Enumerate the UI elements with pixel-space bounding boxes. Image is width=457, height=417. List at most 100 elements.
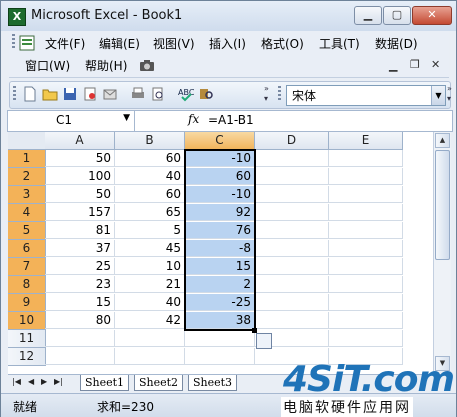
row-header[interactable]: 1 bbox=[8, 150, 46, 168]
cell-c11[interactable] bbox=[185, 330, 255, 347]
excel-doc-icon[interactable] bbox=[19, 35, 35, 51]
new-file-icon[interactable] bbox=[22, 86, 38, 102]
cell-e2[interactable] bbox=[329, 168, 403, 185]
spreadsheet-grid[interactable]: A B C D E 1 50 60 -10 2 100 40 60 3 50 60 -10 4 157 65 92 5 81… bbox=[8, 132, 433, 374]
cell-c8[interactable]: 2 bbox=[185, 276, 255, 293]
excel-icon[interactable]: X bbox=[8, 8, 26, 26]
tab-sheet2[interactable]: Sheet2 bbox=[134, 375, 184, 391]
cell-b12[interactable] bbox=[115, 348, 185, 365]
insert-function-icon[interactable]: fx bbox=[188, 112, 199, 126]
cell-a4[interactable]: 157 bbox=[45, 204, 115, 221]
menu-insert[interactable]: 插入(I) bbox=[209, 34, 246, 54]
cell-e10[interactable] bbox=[329, 312, 403, 329]
menu-window[interactable]: 窗口(W) bbox=[25, 56, 70, 76]
cell-e4[interactable] bbox=[329, 204, 403, 221]
cell-c6[interactable]: -8 bbox=[185, 240, 255, 257]
cell-b7[interactable]: 10 bbox=[115, 258, 185, 275]
column-header-a[interactable]: A bbox=[45, 132, 115, 150]
minimize-button[interactable]: ▁ bbox=[354, 6, 382, 25]
prev-sheet-icon[interactable]: ◀ bbox=[28, 377, 34, 386]
print-preview-icon[interactable] bbox=[150, 86, 166, 102]
permission-icon[interactable] bbox=[82, 86, 98, 102]
row-header[interactable]: 5 bbox=[8, 222, 46, 240]
cell-c2[interactable]: 60 bbox=[185, 168, 255, 185]
menu-grip-icon[interactable] bbox=[12, 34, 15, 50]
tab-sheet3[interactable]: Sheet3 bbox=[188, 375, 238, 391]
row-header[interactable]: 4 bbox=[8, 204, 46, 222]
chevron-down-icon[interactable]: ▼ bbox=[123, 113, 130, 123]
row-header[interactable]: 8 bbox=[8, 276, 46, 294]
cell-b4[interactable]: 65 bbox=[115, 204, 185, 221]
column-header-c[interactable]: C bbox=[185, 132, 255, 150]
cell-b2[interactable]: 40 bbox=[115, 168, 185, 185]
cell-a1[interactable]: 50 bbox=[45, 150, 115, 167]
cell-a6[interactable]: 37 bbox=[45, 240, 115, 257]
spelling-icon[interactable]: ABC bbox=[178, 86, 194, 102]
row-header[interactable]: 10 bbox=[8, 312, 46, 330]
last-sheet-icon[interactable]: ▶| bbox=[54, 377, 63, 386]
cell-d5[interactable] bbox=[255, 222, 329, 239]
formula-input[interactable]: =A1-B1 bbox=[208, 113, 254, 127]
row-header[interactable]: 6 bbox=[8, 240, 46, 258]
print-icon[interactable] bbox=[130, 86, 146, 102]
cell-c4[interactable]: 92 bbox=[185, 204, 255, 221]
cell-e3[interactable] bbox=[329, 186, 403, 203]
next-sheet-icon[interactable]: ▶ bbox=[41, 377, 47, 386]
column-header-d[interactable]: D bbox=[255, 132, 329, 150]
menu-file[interactable]: 文件(F) bbox=[45, 34, 85, 54]
first-sheet-icon[interactable]: |◀ bbox=[12, 377, 21, 386]
cell-e6[interactable] bbox=[329, 240, 403, 257]
menu-edit[interactable]: 编辑(E) bbox=[99, 34, 140, 54]
cell-a2[interactable]: 100 bbox=[45, 168, 115, 185]
row-header[interactable]: 2 bbox=[8, 168, 46, 186]
toolbar-options-icon[interactable]: » ▾ bbox=[264, 84, 273, 104]
save-icon[interactable] bbox=[62, 86, 78, 102]
cell-a8[interactable]: 23 bbox=[45, 276, 115, 293]
cell-d8[interactable] bbox=[255, 276, 329, 293]
cell-a9[interactable]: 15 bbox=[45, 294, 115, 311]
menu-format[interactable]: 格式(O) bbox=[261, 34, 304, 54]
cell-b1[interactable]: 60 bbox=[115, 150, 185, 167]
cell-e1[interactable] bbox=[329, 150, 403, 167]
maximize-button[interactable]: ▢ bbox=[383, 6, 411, 25]
email-icon[interactable] bbox=[102, 86, 118, 102]
cell-c3[interactable]: -10 bbox=[185, 186, 255, 203]
row-header[interactable]: 9 bbox=[8, 294, 46, 312]
chevron-down-icon[interactable]: ▼ bbox=[431, 86, 445, 105]
cell-b8[interactable]: 21 bbox=[115, 276, 185, 293]
cell-d4[interactable] bbox=[255, 204, 329, 221]
scroll-up-icon[interactable]: ▲ bbox=[435, 133, 450, 148]
open-folder-icon[interactable] bbox=[42, 86, 58, 102]
menu-tools[interactable]: 工具(T) bbox=[319, 34, 360, 54]
cell-d10[interactable] bbox=[255, 312, 329, 329]
cell-e9[interactable] bbox=[329, 294, 403, 311]
cell-b9[interactable]: 40 bbox=[115, 294, 185, 311]
close-button[interactable]: ✕ bbox=[412, 6, 452, 25]
cell-e8[interactable] bbox=[329, 276, 403, 293]
cell-d1[interactable] bbox=[255, 150, 329, 167]
cell-d3[interactable] bbox=[255, 186, 329, 203]
cell-a12[interactable] bbox=[45, 348, 115, 365]
cell-c1[interactable]: -10 bbox=[185, 150, 255, 167]
autofill-options-icon[interactable] bbox=[256, 333, 272, 349]
doc-close-button[interactable]: ✕ bbox=[431, 58, 440, 71]
cell-d9[interactable] bbox=[255, 294, 329, 311]
format-toolbar-grip-icon[interactable] bbox=[278, 86, 281, 102]
cell-b10[interactable]: 42 bbox=[115, 312, 185, 329]
cell-b3[interactable]: 60 bbox=[115, 186, 185, 203]
row-header[interactable]: 11 bbox=[8, 330, 46, 348]
cell-d2[interactable] bbox=[255, 168, 329, 185]
cell-c12[interactable] bbox=[185, 348, 255, 365]
cell-e11[interactable] bbox=[329, 330, 403, 347]
toolbar-grip-icon[interactable] bbox=[13, 86, 16, 102]
camera-icon[interactable] bbox=[139, 58, 155, 72]
cell-c10[interactable]: 38 bbox=[185, 312, 255, 329]
row-header[interactable]: 3 bbox=[8, 186, 46, 204]
select-all-corner[interactable] bbox=[8, 132, 46, 150]
research-icon[interactable] bbox=[198, 86, 214, 102]
cell-a7[interactable]: 25 bbox=[45, 258, 115, 275]
menu-data[interactable]: 数据(D) bbox=[375, 34, 418, 54]
cell-c9[interactable]: -25 bbox=[185, 294, 255, 311]
row-header[interactable]: 12 bbox=[8, 348, 46, 366]
menu-view[interactable]: 视图(V) bbox=[153, 34, 195, 54]
